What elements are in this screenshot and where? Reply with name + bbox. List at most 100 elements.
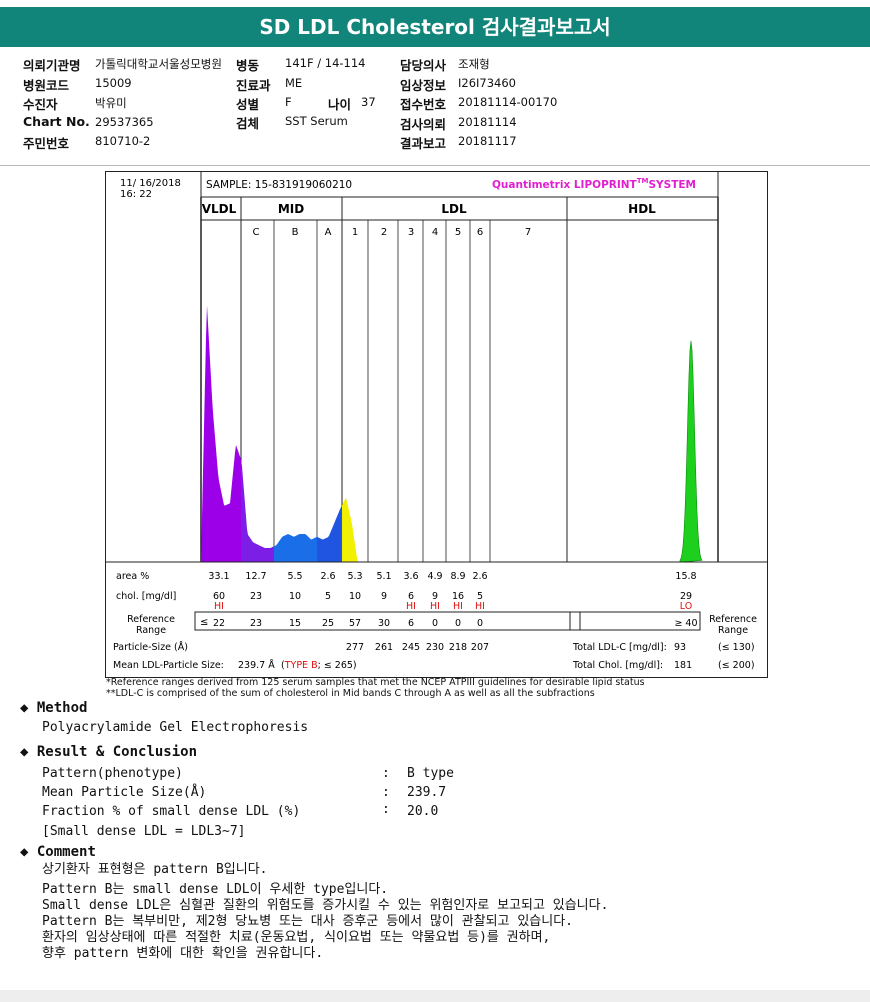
- lipoprint-panel: 11/ 16/2018 16: 22 SAMPLE: 15-8319190602…: [105, 171, 768, 678]
- ref-right-label-2: Range: [718, 625, 748, 636]
- report-title: SD LDL Cholesterol 검사결과보고서: [0, 7, 870, 47]
- system-suffix: SYSTEM: [648, 179, 696, 191]
- ref-right-label-1: Reference: [709, 614, 757, 625]
- doctor-value: 조재형: [458, 57, 490, 71]
- chol-value-mid-a: 5: [325, 591, 331, 602]
- total-ldl-value: 93: [674, 642, 686, 653]
- age-value: 37: [361, 95, 376, 109]
- chol-flag-hdl: LO: [680, 601, 692, 612]
- comment-heading: ◆ Comment: [20, 844, 96, 860]
- system-name-text: Quantimetrix LIPOPRINT: [492, 179, 638, 191]
- hosp-code-value: 15009: [95, 76, 132, 90]
- result-value-fraction: 20.0: [407, 804, 439, 819]
- comment-line-1: 상기환자 표현형은 pattern B입니다.: [42, 862, 268, 877]
- comment-line-6: 향후 pattern 변화에 대한 확인을 권유합니다.: [42, 946, 324, 961]
- clinical-value: I26I73460: [458, 76, 516, 90]
- doctor-label: 담당의사: [400, 58, 447, 73]
- curve-band-mid-c: [241, 459, 274, 562]
- hosp-code-label: 병원코드: [23, 78, 70, 93]
- band-label-b: B: [292, 227, 299, 238]
- curve-band-hdl: [679, 340, 703, 563]
- patient-label: 수진자: [23, 97, 58, 112]
- result-label-size: Mean Particle Size(Å): [42, 785, 207, 800]
- area-value-ldl3: 3.6: [403, 571, 418, 582]
- area-value-mid-b: 5.5: [287, 571, 302, 582]
- area-value-hdl: 15.8: [675, 571, 696, 582]
- area-value-mid-c: 12.7: [245, 571, 266, 582]
- chart-time: 16: 22: [120, 189, 152, 200]
- band-label-2: 2: [381, 227, 387, 238]
- chol-value-ldl2: 9: [381, 591, 387, 602]
- band-label-c: C: [253, 227, 260, 238]
- result-value-pattern: B type: [407, 766, 454, 781]
- ref-value-hdl: ≥ 40: [674, 618, 697, 629]
- chol-row-label: chol. [mg/dl]: [116, 591, 176, 602]
- particle-value-ldl6: 207: [471, 642, 489, 653]
- patient-value: 박유미: [95, 96, 127, 110]
- band-label-4: 4: [432, 227, 438, 238]
- area-value-ldl1: 5.3: [347, 571, 362, 582]
- band-label-a: A: [325, 227, 332, 238]
- specimen-label: 검체: [236, 116, 260, 131]
- band-label-1: 1: [352, 227, 358, 238]
- curve-band-ldl1: [342, 497, 368, 562]
- particle-row-label: Particle-Size (Å): [113, 641, 188, 653]
- ref-value-ldl2: 30: [378, 618, 390, 629]
- report-date-value: 20181117: [458, 134, 517, 148]
- result-label-fraction: Fraction % of small dense LDL (%): [42, 804, 301, 819]
- area-value-ldl2: 5.1: [376, 571, 391, 582]
- chol-flag-ldl4: HI: [430, 601, 440, 612]
- area-value-ldl5: 8.9: [450, 571, 465, 582]
- result-sep-fraction: :: [382, 802, 390, 817]
- densitometry-curve: [201, 305, 703, 563]
- sex-value: F: [285, 95, 292, 109]
- particle-value-ldl3: 245: [402, 642, 420, 653]
- diamond-bullet-icon: ◆: [20, 844, 29, 860]
- chol-flag-ldl5: HI: [453, 601, 463, 612]
- sample-id: SAMPLE: 15-831919060210: [206, 179, 352, 191]
- lipoprint-chart: 11/ 16/2018 16: 22 SAMPLE: 15-8319190602…: [106, 172, 767, 671]
- patient-info-section: 의뢰기관명 가톨릭대학교서울성모병원 병동 141F / 14-114 담당의사…: [0, 47, 870, 166]
- report-date-label: 결과보고: [400, 136, 447, 151]
- page-bottom-strip: [0, 990, 870, 1002]
- total-chol-ref: (≤ 200): [718, 660, 755, 671]
- age-label: 나이: [328, 97, 352, 112]
- band-label-7: 7: [525, 227, 531, 238]
- ref-value-ldl6: 0: [477, 618, 483, 629]
- result-sep-pattern: :: [382, 766, 390, 781]
- curve-band-vldl: [201, 305, 241, 562]
- diamond-bullet-icon: ◆: [20, 744, 29, 760]
- mean-ldl-type-value: TYPE B: [284, 660, 318, 671]
- result-note: [Small dense LDL = LDL3~7]: [42, 824, 246, 839]
- method-heading-text: Method: [36, 700, 88, 716]
- receipt-label: 접수번호: [400, 97, 447, 112]
- area-value-vldl: 33.1: [208, 571, 229, 582]
- band-label-3: 3: [408, 227, 414, 238]
- mean-ldl-label: Mean LDL-Particle Size:: [113, 660, 224, 671]
- area-value-ldl4: 4.9: [427, 571, 442, 582]
- particle-value-ldl5: 218: [449, 642, 467, 653]
- chol-flag-ldl6: HI: [475, 601, 485, 612]
- dept-label: 진료과: [236, 78, 271, 93]
- clinical-label: 임상정보: [400, 78, 447, 93]
- group-label-vldl: VLDL: [202, 202, 237, 216]
- particle-value-ldl4: 230: [426, 642, 444, 653]
- ward-label: 병동: [236, 58, 260, 73]
- area-value-mid-a: 2.6: [320, 571, 335, 582]
- total-ldl-ref: (≤ 130): [718, 642, 755, 653]
- ref-value-vldl: 22: [213, 618, 225, 629]
- band-label-6: 6: [477, 227, 483, 238]
- comment-heading-text: Comment: [36, 844, 96, 860]
- chart-value: 29537365: [95, 115, 154, 129]
- mean-ldl-type-close: ; ≤ 265): [318, 660, 357, 671]
- area-value-ldl6: 2.6: [472, 571, 487, 582]
- ref-row-label-1: Reference: [127, 614, 175, 625]
- group-label-ldl: LDL: [441, 202, 467, 216]
- ref-value-ldl5: 0: [455, 618, 461, 629]
- ref-prefix: ≤: [200, 617, 208, 628]
- dept-value: ME: [285, 76, 303, 90]
- ward-value: 141F / 14-114: [285, 56, 366, 70]
- result-sep-size: :: [382, 785, 390, 800]
- mean-ldl-type: (TYPE B; ≤ 265): [281, 660, 357, 671]
- method-text: Polyacrylamide Gel Electrophoresis: [42, 720, 309, 735]
